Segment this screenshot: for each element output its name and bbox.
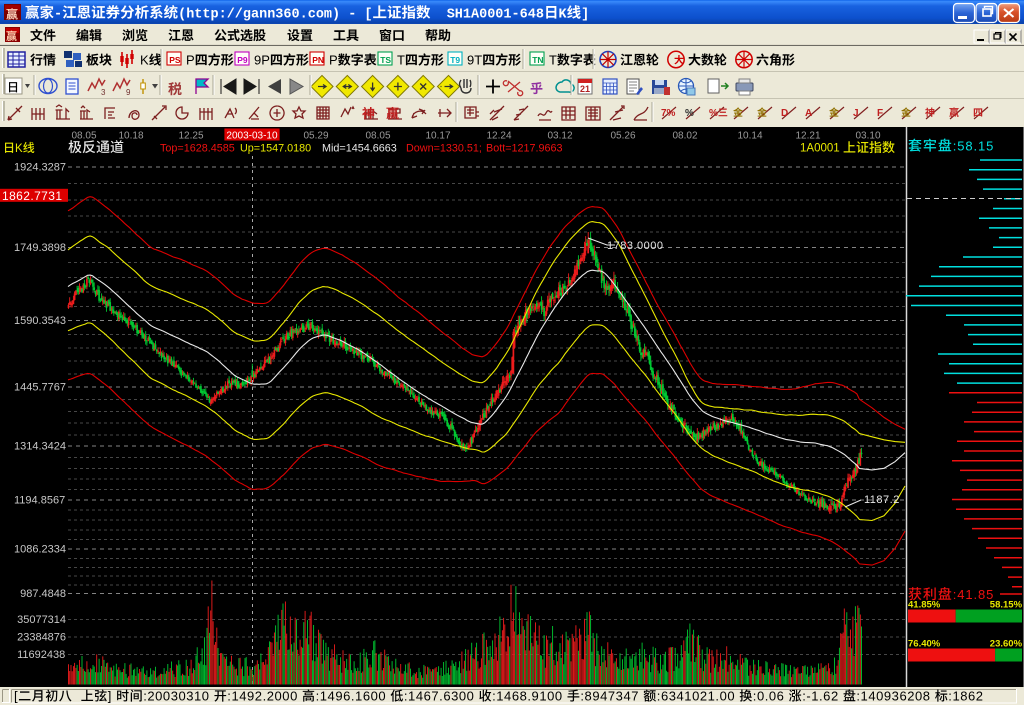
svg-text:[: [ (14, 689, 18, 704)
svg-text:T: T (397, 53, 405, 68)
svg-text:SH1A0001-648: SH1A0001-648 (431, 8, 544, 23)
svg-text:35077314: 35077314 (17, 614, 66, 626)
svg-text:23.60%: 23.60% (990, 639, 1023, 650)
svg-text::-1.62: :-1.62 (802, 689, 843, 704)
svg-text:-: - (54, 8, 62, 23)
svg-text:D: D (781, 108, 788, 119)
svg-text:T: T (549, 53, 557, 68)
svg-text:A: A (805, 108, 812, 119)
svg-text:Bott=1217.9663: Bott=1217.9663 (486, 143, 563, 155)
svg-text:P: P (329, 53, 338, 68)
svg-text:1445.7767: 1445.7767 (14, 382, 66, 394)
svg-text:23384876: 23384876 (17, 632, 66, 644)
svg-text::1862: :1862 (948, 689, 983, 704)
svg-text:(http://gann360.com) - [: (http://gann360.com) - [ (178, 8, 372, 23)
svg-text:10.17: 10.17 (426, 131, 451, 142)
svg-text:9T: 9T (467, 53, 482, 68)
svg-text:J: J (853, 108, 859, 119)
svg-text:%: % (685, 108, 694, 119)
svg-text:12.25: 12.25 (179, 131, 204, 142)
svg-text::20030310: :20030310 (143, 689, 214, 704)
svg-text:P9: P9 (237, 55, 248, 65)
svg-text:05.29: 05.29 (304, 131, 329, 142)
svg-text::140936208: :140936208 (856, 689, 934, 704)
svg-text:K: K (140, 53, 149, 68)
svg-text:76.40%: 76.40% (908, 639, 941, 650)
svg-text:]: ] (108, 689, 116, 704)
svg-text::0.06: :0.06 (753, 689, 789, 704)
svg-text:08.05: 08.05 (366, 131, 391, 142)
svg-text:12.24: 12.24 (487, 131, 512, 142)
svg-text:9P: 9P (254, 53, 270, 68)
svg-text::58.15: :58.15 (953, 139, 995, 154)
svg-text:7%: 7% (661, 108, 676, 119)
svg-text:3: 3 (101, 88, 106, 97)
svg-text:41.85%: 41.85% (908, 600, 941, 611)
svg-text:%: % (709, 108, 718, 119)
svg-text::6341021.00: :6341021.00 (657, 689, 740, 704)
svg-text:1783.0000: 1783.0000 (607, 240, 664, 252)
svg-text:1194.8567: 1194.8567 (14, 495, 65, 507)
svg-text:1314.3424: 1314.3424 (14, 441, 66, 453)
svg-text::41.85: :41.85 (953, 587, 995, 602)
svg-text:]: ] (581, 8, 589, 23)
svg-text:2003-03-10: 2003-03-10 (226, 131, 278, 142)
svg-text:03.12: 03.12 (548, 131, 573, 142)
svg-text:1924.3287: 1924.3287 (14, 162, 66, 174)
svg-text:12.21: 12.21 (796, 131, 821, 142)
svg-text:08.05: 08.05 (72, 131, 97, 142)
svg-text:Mid=1454.6663: Mid=1454.6663 (322, 143, 397, 155)
svg-text:1590.3543: 1590.3543 (14, 315, 66, 327)
svg-text:PS: PS (169, 55, 181, 65)
svg-text:1A0001: 1A0001 (800, 143, 840, 155)
svg-text::1467.6300: :1467.6300 (404, 689, 479, 704)
svg-text:Up=1547.0180: Up=1547.0180 (240, 143, 311, 155)
svg-text:P: P (186, 53, 195, 68)
svg-text:03.10: 03.10 (856, 131, 881, 142)
svg-text:K: K (559, 8, 568, 23)
svg-text:11692438: 11692438 (17, 649, 65, 661)
svg-text:21: 21 (580, 84, 590, 94)
svg-text:TS: TS (380, 55, 391, 65)
svg-text:T9: T9 (450, 55, 460, 65)
svg-text:10.18: 10.18 (119, 131, 144, 142)
svg-text:1187.2: 1187.2 (864, 494, 900, 506)
svg-text:Down=1330.51;: Down=1330.51; (406, 143, 482, 155)
svg-text::1492.2000: :1492.2000 (227, 689, 302, 704)
svg-text:Top=1628.4585: Top=1628.4585 (160, 143, 235, 155)
svg-text:987.4848: 987.4848 (20, 588, 66, 600)
svg-text::1468.9100: :1468.9100 (492, 689, 567, 704)
svg-text:05.26: 05.26 (611, 131, 636, 142)
svg-text:10.14: 10.14 (738, 131, 763, 142)
svg-text:08.02: 08.02 (673, 131, 698, 142)
svg-text:1862.7731: 1862.7731 (2, 189, 62, 203)
svg-text:1086.2334: 1086.2334 (14, 544, 66, 556)
svg-text:58.15%: 58.15% (990, 600, 1023, 611)
svg-text:TN: TN (532, 55, 543, 65)
svg-text:1749.3898: 1749.3898 (14, 242, 66, 254)
svg-text::1496.1600: :1496.1600 (316, 689, 391, 704)
svg-text:PN: PN (312, 55, 324, 65)
svg-text:K: K (15, 143, 23, 155)
svg-text::8947347: :8947347 (580, 689, 643, 704)
svg-text:9: 9 (126, 88, 131, 97)
svg-text:F: F (877, 108, 883, 119)
